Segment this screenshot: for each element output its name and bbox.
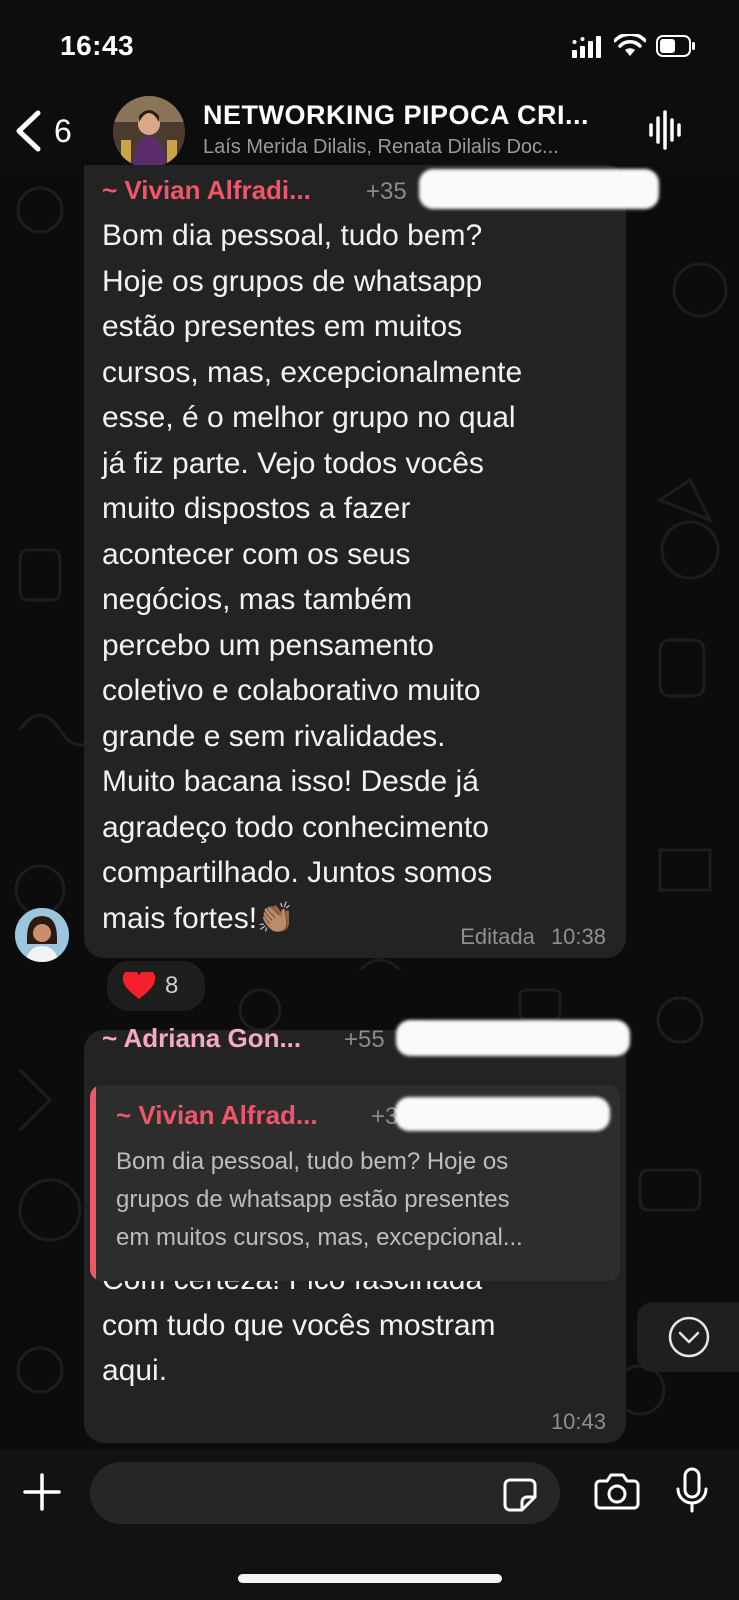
redaction-mark <box>396 1020 630 1056</box>
composer-bar <box>0 1450 739 1600</box>
group-title[interactable]: NETWORKING PIPOCA CRI... <box>203 100 623 131</box>
message-line: Muito bacana isso! Desde já <box>102 765 479 798</box>
plus-icon <box>23 1473 61 1511</box>
voice-chat-button[interactable] <box>648 110 684 155</box>
message-line: percebo um pensamento <box>102 628 434 662</box>
message-line: negócios, mas também <box>102 583 413 616</box>
group-members[interactable]: Laís Merida Dilalis, Renata Dilalis Doc.… <box>203 136 623 159</box>
redaction-mark <box>419 169 659 209</box>
message-line: com tudo que vocês mostram <box>102 1308 496 1342</box>
heart-icon <box>123 972 155 999</box>
edited-label: Editada <box>460 924 535 949</box>
microphone-icon <box>676 1467 708 1513</box>
sender-phone: +55 <box>344 1026 385 1053</box>
sticker-icon <box>503 1478 537 1512</box>
sticker-button[interactable] <box>502 1477 538 1518</box>
quote-accent-bar <box>90 1085 96 1281</box>
voice-message-button[interactable] <box>674 1467 710 1520</box>
reaction-count: 8 <box>165 972 179 999</box>
quote-sender-name: ~ Vivian Alfrad... <box>116 1100 318 1130</box>
quote-text: Bom dia pessoal, tudo bem? Hoje os grupo… <box>116 1143 606 1257</box>
redaction-mark <box>395 1097 610 1131</box>
unread-count: 6 <box>54 112 72 149</box>
message-time: 10:38 <box>550 924 606 949</box>
chat-header: 6 NETWORKING PIPOCA CRI... Laís Merida D… <box>0 92 739 172</box>
message-line: grande e sem rivalidades. <box>102 719 446 753</box>
message-bubble[interactable]: ~ Vivian Alfradi... +35 Bom dia pessoal,… <box>84 165 659 958</box>
status-bar: 16:43 <box>0 0 739 92</box>
reaction-badge[interactable]: 8 <box>104 958 208 1014</box>
message-line: aqui. <box>102 1354 168 1387</box>
message-line: estão presentes em muitos <box>102 310 463 343</box>
message-line: cursos, mas, excepcionalmente <box>102 355 523 389</box>
attach-button[interactable] <box>22 1472 62 1517</box>
quote-line: em muitos cursos, mas, excepcional... <box>116 1224 523 1251</box>
back-button[interactable]: 6 <box>14 106 94 156</box>
home-indicator <box>238 1574 502 1583</box>
waveform-icon <box>649 110 681 150</box>
message-line: Hoje os grupos de whatsapp <box>102 264 483 298</box>
sender-name[interactable]: ~ Vivian Alfradi... <box>102 175 311 206</box>
avatar[interactable] <box>15 908 69 962</box>
camera-icon <box>594 1473 640 1510</box>
message-line: muito dispostos a fazer <box>102 492 411 525</box>
battery-icon <box>656 35 695 57</box>
sender-name[interactable]: ~ Adriana Gon... <box>102 1023 301 1054</box>
chevron-down-circle-icon <box>668 1316 710 1358</box>
message-line: já fiz parte. Vejo todos vocês <box>102 446 484 480</box>
message-input[interactable] <box>90 1462 560 1524</box>
message-line: esse, é o melhor grupo no qual <box>102 401 516 434</box>
sender-phone: +35 <box>366 178 407 205</box>
message-time: 10:43 <box>550 1409 606 1434</box>
wifi-icon <box>614 34 646 56</box>
message-line: compartilhado. Juntos somos <box>102 856 493 889</box>
quoted-message[interactable]: ~ Vivian Alfrad... +3 Bom dia pessoal, t… <box>90 1085 620 1281</box>
message-text: Bom dia pessoal, tudo bem? Hoje os grupo… <box>102 213 622 941</box>
clock: 16:43 <box>60 30 135 61</box>
group-avatar[interactable] <box>113 96 185 168</box>
message-line: coletivo e colaborativo muito <box>102 674 481 707</box>
message-line: agradeço todo conhecimento <box>102 810 489 844</box>
cellular-signal-icon <box>572 36 601 58</box>
scroll-to-bottom-button[interactable] <box>637 1302 739 1372</box>
message-line: acontecer com os seus <box>102 537 411 571</box>
quote-line: Bom dia pessoal, tudo bem? Hoje os <box>116 1148 509 1175</box>
message-meta: Editada 10:38 <box>460 924 606 950</box>
camera-button[interactable] <box>594 1472 640 1515</box>
message-line: Bom dia pessoal, tudo bem? <box>102 219 483 252</box>
chevron-left-icon <box>16 110 41 152</box>
quote-line: grupos de whatsapp estão presentes <box>116 1186 510 1213</box>
